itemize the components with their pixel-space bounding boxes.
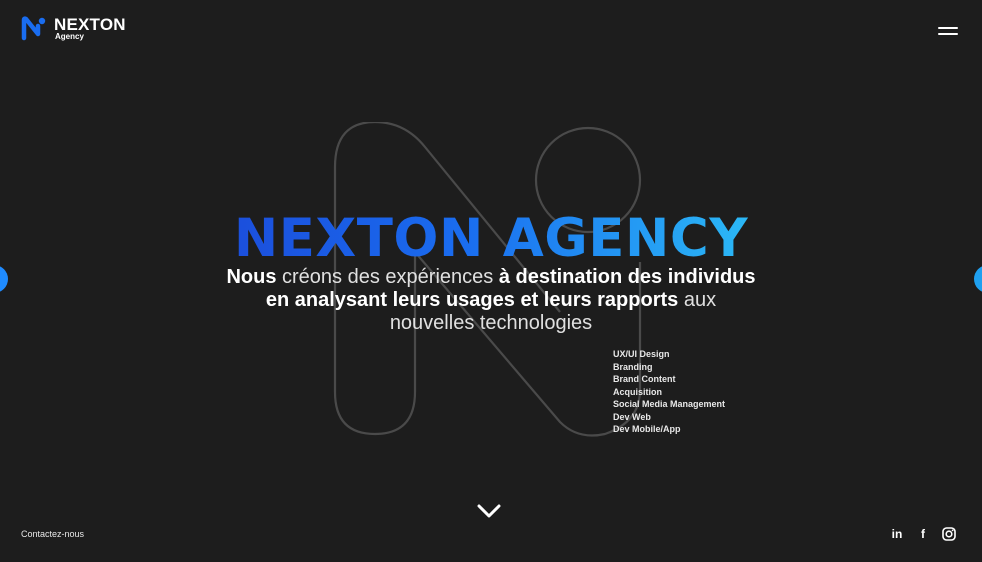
desc-light-3: nouvelles technologies xyxy=(389,312,593,334)
services-list: UX/UI Design Branding Brand Content Acqu… xyxy=(613,348,725,436)
landing-page: NEXTON Agency NEXTON AGENCY Nous créons … xyxy=(0,0,982,562)
desc-light-1: créons des expériences xyxy=(276,266,499,288)
facebook-icon[interactable]: f xyxy=(916,527,930,541)
chevron-down-icon[interactable] xyxy=(476,500,502,522)
service-item[interactable]: UX/UI Design xyxy=(613,348,725,361)
logo-name: NEXTON xyxy=(54,14,126,34)
hero-description: Nous créons des expériences à destinatio… xyxy=(150,266,832,335)
instagram-glyph xyxy=(942,527,956,541)
hamburger-menu-icon[interactable] xyxy=(938,25,958,37)
service-item[interactable]: Acquisition xyxy=(613,386,725,399)
menu-line xyxy=(938,27,958,29)
contact-link[interactable]: Contactez-nous xyxy=(21,529,84,539)
menu-line xyxy=(938,33,958,35)
instagram-icon[interactable] xyxy=(942,527,956,541)
brand-logo[interactable]: NEXTON Agency xyxy=(21,15,126,41)
service-item[interactable]: Dev Mobile/App xyxy=(613,423,725,436)
slider-prev-dot[interactable] xyxy=(0,265,8,293)
slider-next-dot[interactable] xyxy=(974,265,982,293)
desc-bold-3: en analysant leurs usages et leurs rappo… xyxy=(265,289,679,311)
social-links: in f xyxy=(890,527,956,541)
hero-title: NEXTON AGENCY xyxy=(0,208,982,269)
nexton-n-logo-icon xyxy=(21,16,46,41)
linkedin-icon[interactable]: in xyxy=(890,527,904,541)
service-item[interactable]: Social Media Management xyxy=(613,398,725,411)
service-item[interactable]: Branding xyxy=(613,361,725,374)
desc-light-2: aux xyxy=(678,289,717,311)
logo-text: NEXTON Agency xyxy=(54,16,126,41)
desc-bold-2: à destination des individus xyxy=(498,266,756,288)
desc-bold-1: Nous xyxy=(226,266,277,288)
service-item[interactable]: Dev Web xyxy=(613,411,725,424)
hero-title-text: NEXTON AGENCY xyxy=(233,208,749,269)
service-item[interactable]: Brand Content xyxy=(613,373,725,386)
logo-subtitle: Agency xyxy=(55,31,84,41)
